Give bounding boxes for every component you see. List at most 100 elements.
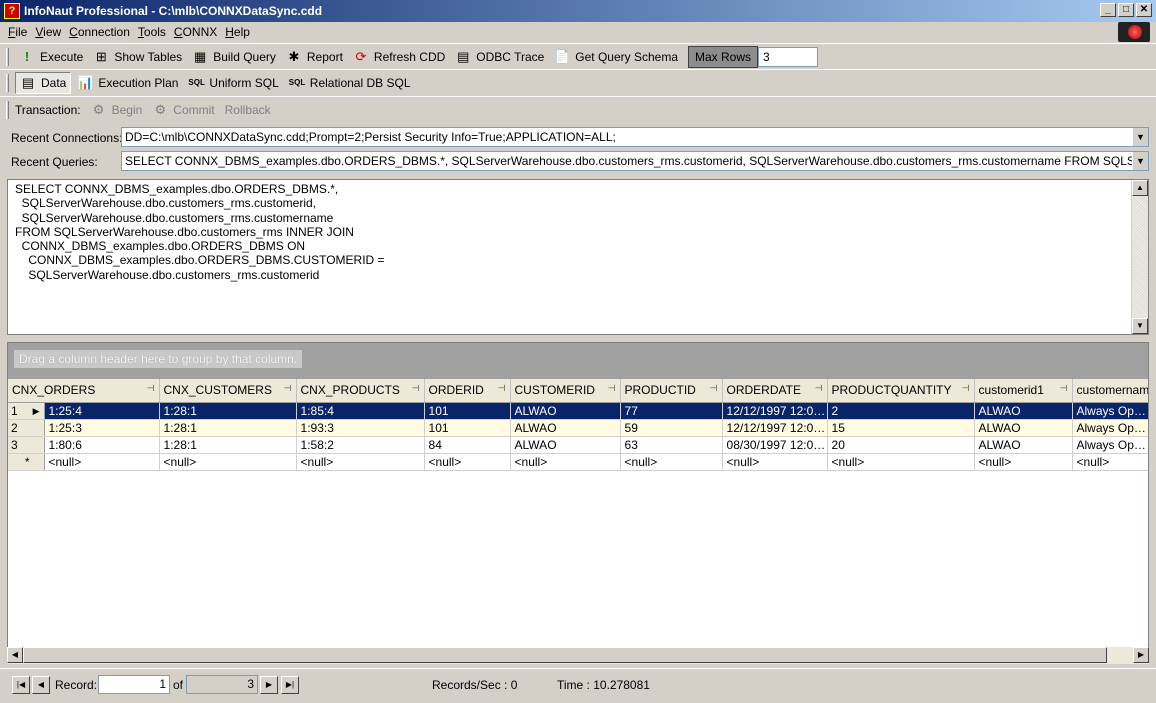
table-cell[interactable]: <null> (159, 453, 297, 471)
uniform-sql-button[interactable]: SQL Uniform SQL (184, 72, 282, 94)
row-header[interactable]: 3 (8, 436, 45, 454)
column-header-cnx-orders[interactable]: CNX_ORDERS ⊣ (8, 379, 160, 403)
recent-queries-combo[interactable]: SELECT CONNX_DBMS_examples.dbo.ORDERS_DB… (121, 151, 1149, 171)
first-record-icon[interactable]: |◀ (12, 676, 30, 694)
execution-plan-button[interactable]: 📊 Execution Plan (73, 72, 182, 94)
table-cell[interactable]: 101 (424, 402, 511, 420)
table-cell[interactable]: <null> (974, 453, 1073, 471)
menu-connection[interactable]: Connection (65, 25, 134, 39)
odbc-trace-button[interactable]: ▤ ODBC Trace (451, 46, 548, 68)
commit-button[interactable]: ⚙ Commit (148, 99, 218, 121)
table-cell[interactable]: Always Open Q (1072, 402, 1148, 420)
scroll-down-icon[interactable]: ▼ (1132, 318, 1148, 334)
column-header-cnx-products[interactable]: CNX_PRODUCTS ⊣ (296, 379, 425, 403)
table-cell[interactable]: ALWAO (974, 402, 1073, 420)
table-cell[interactable]: ALWAO (510, 419, 621, 437)
report-button[interactable]: ✱ Report (282, 46, 347, 68)
row-header[interactable]: 2 (8, 419, 45, 437)
table-cell[interactable]: 12/12/1997 12:00... (722, 419, 828, 437)
prev-record-icon[interactable]: ◀ (32, 676, 50, 694)
minimize-button[interactable]: _ (1100, 3, 1116, 17)
menu-view[interactable]: View (31, 25, 65, 39)
scroll-thumb[interactable] (23, 647, 1107, 663)
table-cell[interactable]: Always Open Q (1072, 419, 1148, 437)
column-header-cnx-customers[interactable]: CNX_CUSTOMERS ⊣ (159, 379, 297, 403)
sql-editor[interactable]: SELECT CONNX_DBMS_examples.dbo.ORDERS_DB… (7, 179, 1149, 335)
column-header-productid[interactable]: PRODUCTID ⊣ (620, 379, 723, 403)
table-cell[interactable]: 08/30/1997 12:00... (722, 436, 828, 454)
table-cell[interactable]: <null> (296, 453, 425, 471)
record-number-input[interactable]: 1 (98, 675, 170, 694)
table-cell[interactable]: 1:25:4 (44, 402, 160, 420)
table-cell[interactable]: 101 (424, 419, 511, 437)
table-cell[interactable]: 2 (827, 402, 975, 420)
show-tables-button[interactable]: ⊞ Show Tables (89, 46, 186, 68)
max-rows-button[interactable]: Max Rows (688, 45, 759, 68)
begin-button[interactable]: ⚙ Begin (87, 99, 147, 121)
close-button[interactable]: ✕ (1136, 3, 1152, 17)
column-header-customerid[interactable]: CUSTOMERID ⊣ (510, 379, 621, 403)
table-cell[interactable]: 63 (620, 436, 723, 454)
scroll-up-icon[interactable]: ▲ (1132, 180, 1148, 196)
scroll-right-icon[interactable]: ▶ (1133, 647, 1149, 663)
table-row[interactable]: 3 1:80:6 1:28:1 1:58:2 84 ALWAO 63 08/30/1997 1… (8, 436, 1148, 454)
last-record-icon[interactable]: ▶| (281, 676, 299, 694)
menu-help[interactable]: Help (221, 25, 254, 39)
scroll-left-icon[interactable]: ◀ (7, 647, 23, 663)
table-cell[interactable]: 1:28:1 (159, 419, 297, 437)
table-row[interactable]: 1 ▶ 1:25:4 1:28:1 1:85:4 101 ALWAO 77 12/12/1997… (8, 402, 1148, 420)
table-cell[interactable]: 1:25:3 (44, 419, 160, 437)
next-record-icon[interactable]: ▶ (260, 676, 278, 694)
table-cell[interactable]: 77 (620, 402, 723, 420)
max-rows-input[interactable]: 3 (758, 46, 819, 67)
column-header-orderid[interactable]: ORDERID ⊣ (424, 379, 511, 403)
rollback-button[interactable]: Rollback (221, 99, 275, 121)
data-view-button[interactable]: ▤ Data (15, 71, 72, 94)
table-cell[interactable]: <null> (1072, 453, 1148, 471)
new-row[interactable]: * <null> <null> <null> <null> <null> <null> <nu… (8, 453, 1148, 471)
toolbar-grip[interactable] (6, 73, 9, 92)
row-header[interactable]: 1 ▶ (8, 402, 45, 420)
build-query-button[interactable]: ▦ Build Query (188, 46, 280, 68)
table-cell[interactable]: ALWAO (510, 436, 621, 454)
table-cell[interactable]: 1:28:1 (159, 402, 297, 420)
group-by-area[interactable]: Drag a column header here to group by th… (8, 343, 1148, 379)
table-cell[interactable]: ALWAO (974, 419, 1073, 437)
toolbar-grip[interactable] (6, 47, 9, 66)
table-cell[interactable]: <null> (827, 453, 975, 471)
toolbar-grip[interactable] (6, 100, 9, 119)
table-cell[interactable]: 1:58:2 (296, 436, 425, 454)
table-cell[interactable]: <null> (510, 453, 621, 471)
table-cell[interactable]: 1:85:4 (296, 402, 425, 420)
table-cell[interactable]: 1:80:6 (44, 436, 160, 454)
column-header-customerid1[interactable]: customerid1 ⊣ (974, 379, 1073, 403)
table-cell[interactable]: ALWAO (974, 436, 1073, 454)
dropdown-arrow-icon[interactable]: ▼ (1132, 152, 1148, 170)
table-cell[interactable]: <null> (722, 453, 828, 471)
table-cell[interactable]: 59 (620, 419, 723, 437)
table-cell[interactable]: <null> (44, 453, 160, 471)
table-cell[interactable]: 12/12/1997 12:00... (722, 402, 828, 420)
table-cell[interactable]: <null> (424, 453, 511, 471)
column-header-productquantity[interactable]: PRODUCTQUANTITY ⊣ (827, 379, 975, 403)
sql-vertical-scrollbar[interactable]: ▲ ▼ (1131, 180, 1148, 334)
column-header-customername[interactable]: customername (1072, 379, 1148, 403)
table-cell[interactable]: Always Open Q (1072, 436, 1148, 454)
table-cell[interactable]: 1:28:1 (159, 436, 297, 454)
relational-db-sql-button[interactable]: SQL Relational DB SQL (285, 72, 415, 94)
grid-horizontal-scrollbar[interactable]: ◀ ▶ (7, 647, 1149, 664)
table-row[interactable]: 2 1:25:3 1:28:1 1:93:3 101 ALWAO 59 12/12/1997 … (8, 419, 1148, 437)
menu-tools[interactable]: Tools (134, 25, 170, 39)
menu-connx[interactable]: CONNX (170, 25, 221, 39)
table-cell[interactable]: 20 (827, 436, 975, 454)
execute-button[interactable]: ! Execute (15, 46, 87, 68)
table-cell[interactable]: 15 (827, 419, 975, 437)
menu-file[interactable]: File (4, 25, 31, 39)
sql-text[interactable]: SELECT CONNX_DBMS_examples.dbo.ORDERS_DB… (8, 180, 1148, 282)
new-row-icon[interactable]: * (8, 453, 45, 471)
table-cell[interactable]: 84 (424, 436, 511, 454)
table-cell[interactable]: <null> (620, 453, 723, 471)
table-cell[interactable]: 1:93:3 (296, 419, 425, 437)
get-query-schema-button[interactable]: 📄 Get Query Schema (550, 46, 682, 68)
column-header-orderdate[interactable]: ORDERDATE ⊣ (722, 379, 828, 403)
